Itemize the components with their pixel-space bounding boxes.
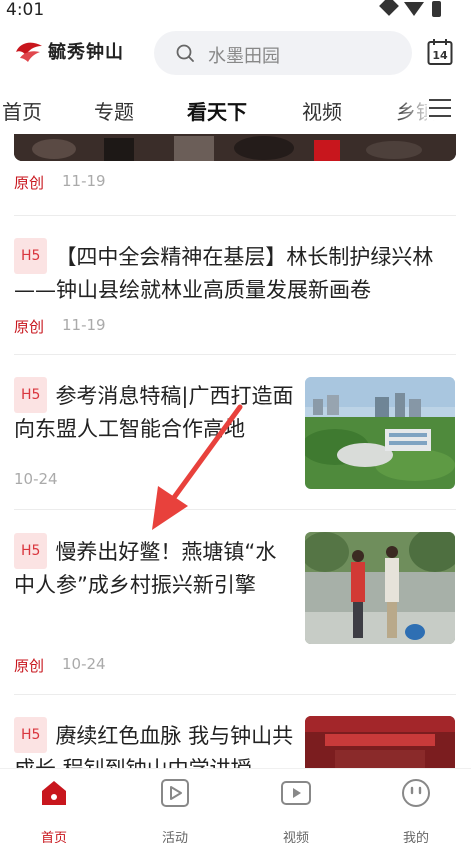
logo-icon	[16, 42, 42, 62]
news-date: 10-24	[14, 470, 58, 488]
h5-badge: H5	[14, 377, 48, 413]
news-title-block: H5 参考消息特稿|广西打造面向东盟人工智能合作高地	[14, 377, 294, 445]
bottom-nav-home[interactable]: 首页	[14, 777, 94, 843]
app-header: 毓秀钟山 水墨田园 14	[0, 28, 471, 78]
news-source: 原创	[14, 174, 45, 192]
news-title-block: H5 【四中全会精神在基层】林长制护绿兴林——钟山县绘就林业高质量发展新画卷	[14, 238, 456, 306]
news-item[interactable]: H5 慢养出好鳖！燕塘镇“水中人参”成乡村振兴新引擎	[14, 533, 294, 601]
activity-icon	[161, 779, 189, 807]
news-thumbnail[interactable]	[305, 532, 455, 644]
news-date: 11-19	[62, 316, 106, 334]
calendar-day: 14	[432, 49, 448, 62]
news-date: 11-19	[62, 172, 106, 190]
menu-icon[interactable]	[427, 96, 453, 120]
calendar-button[interactable]: 14	[427, 38, 453, 66]
bottom-nav-activity[interactable]: 活动	[135, 777, 215, 843]
category-tabs: 首页 专题 看天下 视频 乡镇	[0, 88, 471, 134]
bottom-nav-profile[interactable]: 我的	[376, 777, 456, 843]
calendar-icon: 14	[427, 39, 453, 65]
news-item[interactable]: H5 【四中全会精神在基层】林长制护绿兴林——钟山县绘就林业高质量发展新画卷	[14, 238, 456, 306]
video-icon	[281, 781, 311, 805]
divider	[14, 354, 456, 355]
news-title-block: H5 慢养出好鳖！燕塘镇“水中人参”成乡村振兴新引擎	[14, 533, 294, 601]
tab-world[interactable]: 看天下	[187, 96, 247, 125]
news-image[interactable]	[14, 134, 456, 161]
divider	[14, 215, 456, 216]
search-placeholder: 水墨田园	[208, 46, 280, 67]
news-title: 赓续红色血脉 我与钟山共成长 程钊到钟山中学讲授	[14, 724, 294, 768]
bottom-nav-label: 首页	[40, 831, 67, 843]
divider	[14, 509, 456, 510]
news-source: 原创	[14, 318, 45, 336]
app-logo: 毓秀钟山	[14, 38, 124, 64]
divider	[14, 694, 456, 695]
news-title: 【四中全会精神在基层】林长制护绿兴林——钟山县绘就林业高质量发展新画卷	[14, 245, 434, 302]
news-title-block: H5赓续红色血脉 我与钟山共成长 程钊到钟山中学讲授	[14, 717, 294, 768]
profile-icon	[402, 779, 430, 807]
news-date: 10-24	[62, 655, 106, 673]
tab-home[interactable]: 首页	[2, 96, 42, 125]
bottom-nav-label: 我的	[402, 831, 429, 843]
battery-icon	[432, 1, 441, 17]
news-meta: 原创 11-19	[14, 316, 106, 337]
h5-badge: H5	[14, 533, 48, 569]
bottom-navigation: 首页 活动 视频 我的	[0, 768, 471, 843]
tab-topics[interactable]: 专题	[94, 96, 134, 125]
news-thumbnail[interactable]	[305, 716, 455, 768]
news-item[interactable]: H5 参考消息特稿|广西打造面向东盟人工智能合作高地	[14, 377, 294, 445]
status-time: 4:01	[6, 0, 45, 20]
bottom-nav-video[interactable]: 视频	[256, 777, 336, 843]
news-title: 慢养出好鳖！燕塘镇“水中人参”成乡村振兴新引擎	[14, 540, 277, 597]
status-icons	[379, 0, 441, 17]
news-feed: 原创 11-19 H5 【四中全会精神在基层】林长制护绿兴林——钟山县绘就林业高质…	[0, 134, 471, 768]
h5-badge: H5	[14, 717, 48, 753]
logo-text: 毓秀钟山	[48, 42, 124, 63]
wifi-icon	[379, 0, 399, 16]
bottom-nav-label: 视频	[282, 831, 309, 843]
signal-icon	[404, 2, 424, 16]
status-bar: 4:01	[0, 0, 471, 22]
tab-video[interactable]: 视频	[302, 96, 342, 125]
search-icon	[176, 44, 194, 62]
search-bar[interactable]: 水墨田园	[154, 31, 412, 75]
news-title: 参考消息特稿|广西打造面向东盟人工智能合作高地	[14, 384, 294, 441]
home-icon	[42, 781, 66, 805]
news-thumbnail[interactable]	[305, 377, 455, 489]
news-item[interactable]: H5赓续红色血脉 我与钟山共成长 程钊到钟山中学讲授	[14, 717, 294, 768]
bottom-nav-label: 活动	[161, 831, 188, 843]
h5-badge: H5	[14, 238, 48, 274]
news-meta: 原创 11-19	[14, 172, 106, 193]
news-source: 原创	[14, 657, 45, 675]
news-meta: 原创 10-24	[14, 655, 106, 676]
news-meta: 10-24	[14, 470, 58, 488]
